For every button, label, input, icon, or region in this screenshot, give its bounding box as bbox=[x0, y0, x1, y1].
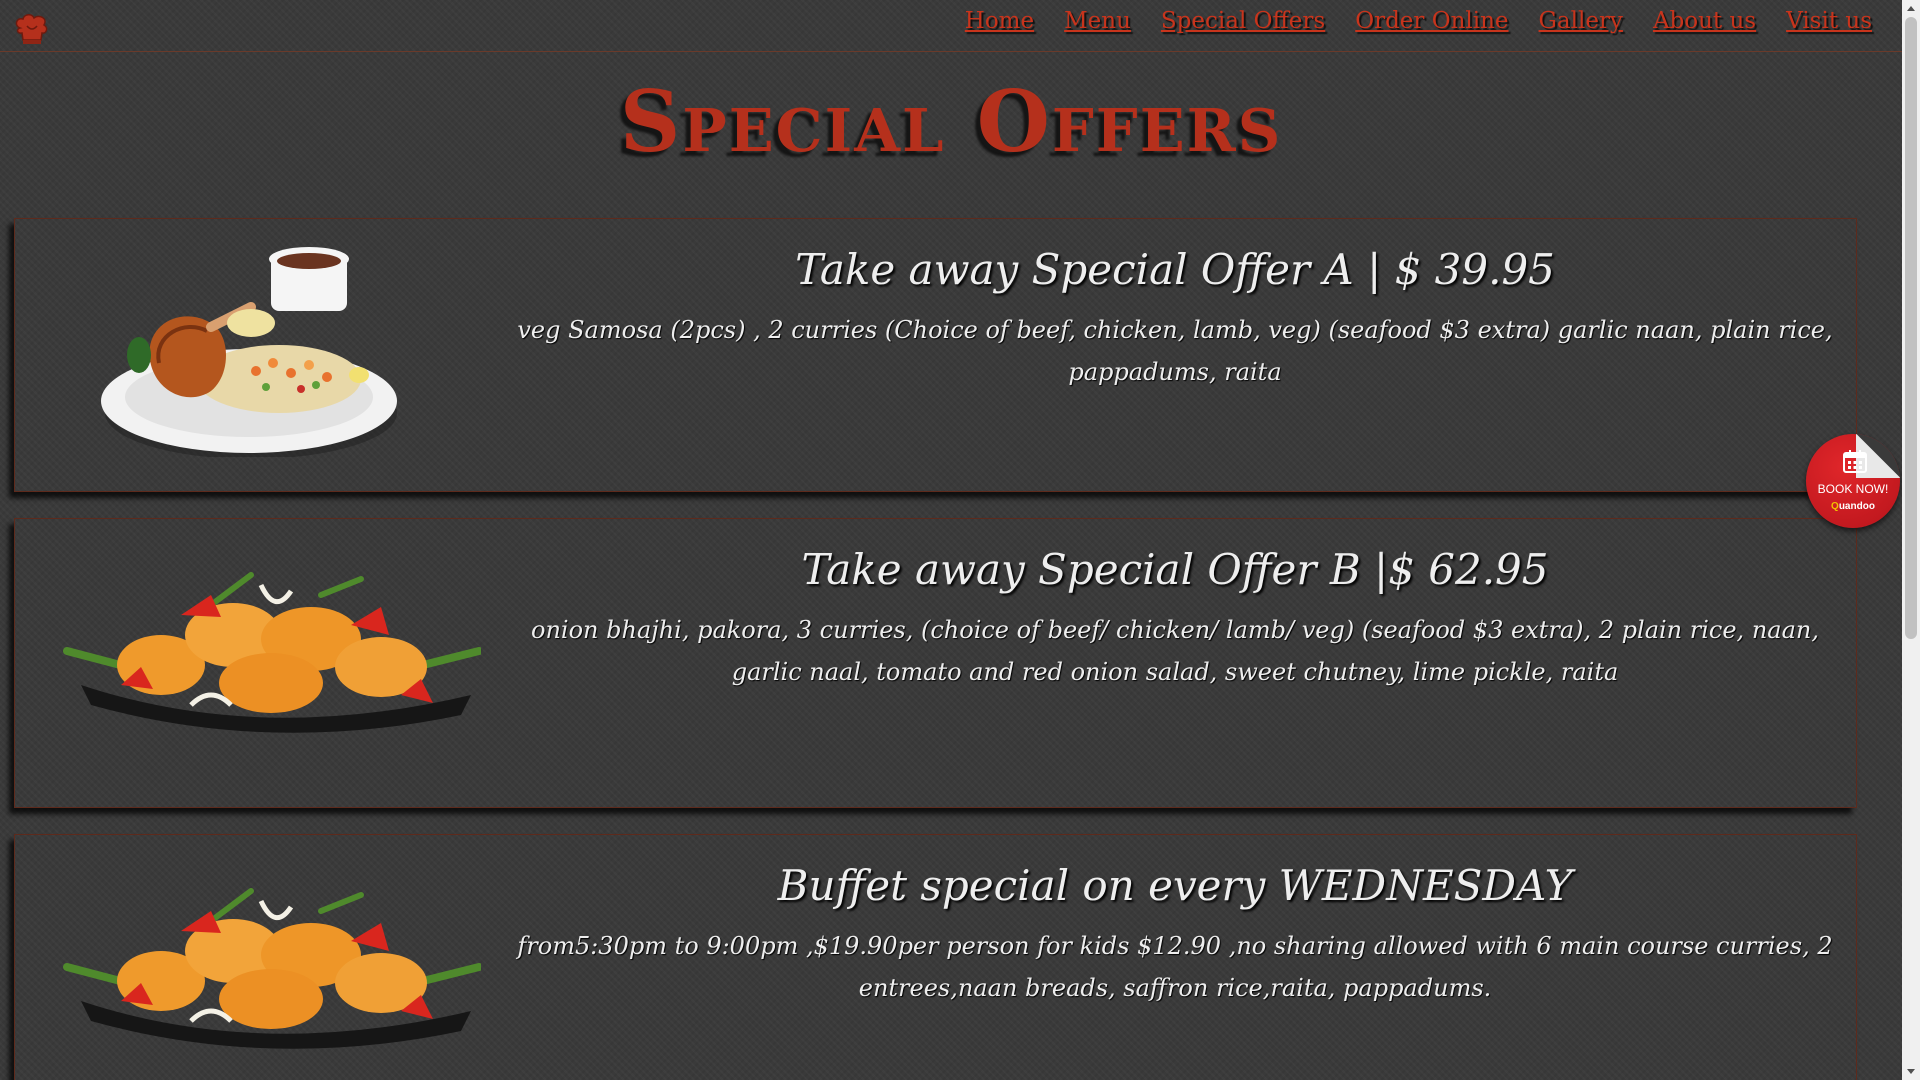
offer-description: from5:30pm to 9:00pm ,$19.90per person f… bbox=[517, 932, 1833, 1002]
offer-title: Buffet special on every WEDNESDAY bbox=[777, 861, 1573, 910]
nav-about-us[interactable]: About us bbox=[1653, 8, 1756, 34]
book-now-label: BOOK NOW! bbox=[1817, 482, 1889, 496]
header-navbar: Home Menu Special Offers Order Online Ga… bbox=[0, 0, 1902, 52]
offer-card-c: Buffet special on every WEDNESDAY from5:… bbox=[14, 834, 1857, 1080]
nav-order-online[interactable]: Order Online bbox=[1355, 8, 1508, 34]
offer-description: onion bhajhi, pakora, 3 curries, (choice… bbox=[531, 616, 1819, 686]
scroll-down-arrow-icon[interactable] bbox=[1902, 1063, 1920, 1080]
nav-gallery[interactable]: Gallery bbox=[1539, 8, 1623, 34]
vertical-scrollbar[interactable] bbox=[1902, 0, 1920, 1080]
nav-special-offers[interactable]: Special Offers bbox=[1161, 8, 1325, 34]
page: Home Menu Special Offers Order Online Ga… bbox=[0, 0, 1902, 1080]
nav-menu[interactable]: Menu bbox=[1064, 8, 1131, 34]
shrimp-dish-image bbox=[61, 871, 483, 1051]
page-title: Special Offers bbox=[619, 72, 1283, 171]
calendar-icon bbox=[1843, 450, 1867, 473]
offer-title: Take away Special Offer A | $ 39.95 bbox=[795, 245, 1555, 294]
quandoo-brand-initial: Q bbox=[1831, 501, 1839, 512]
quandoo-brand-rest: uandoo bbox=[1838, 501, 1875, 512]
shrimp-dish-image bbox=[61, 555, 483, 735]
offer-description: veg Samosa (2pcs) , 2 curries (Choice of… bbox=[517, 316, 1833, 386]
quandoo-brand: Quandoo bbox=[1806, 501, 1900, 512]
nav-visit-us[interactable]: Visit us bbox=[1786, 8, 1872, 34]
chicken-rice-plate-image bbox=[101, 245, 401, 459]
offer-card-b: Take away Special Offer B |$ 62.95 onion… bbox=[14, 518, 1857, 808]
chef-hat-icon[interactable] bbox=[14, 14, 50, 46]
book-now-button[interactable]: BOOK NOW! Quandoo bbox=[1806, 434, 1900, 528]
offer-title: Take away Special Offer B |$ 62.95 bbox=[801, 545, 1549, 594]
nav-home[interactable]: Home bbox=[965, 8, 1034, 34]
scroll-up-arrow-icon[interactable] bbox=[1902, 0, 1920, 17]
scrollbar-thumb[interactable] bbox=[1905, 17, 1917, 639]
offer-card-a: Take away Special Offer A | $ 39.95 veg … bbox=[14, 218, 1857, 492]
main-nav: Home Menu Special Offers Order Online Ga… bbox=[965, 8, 1872, 34]
